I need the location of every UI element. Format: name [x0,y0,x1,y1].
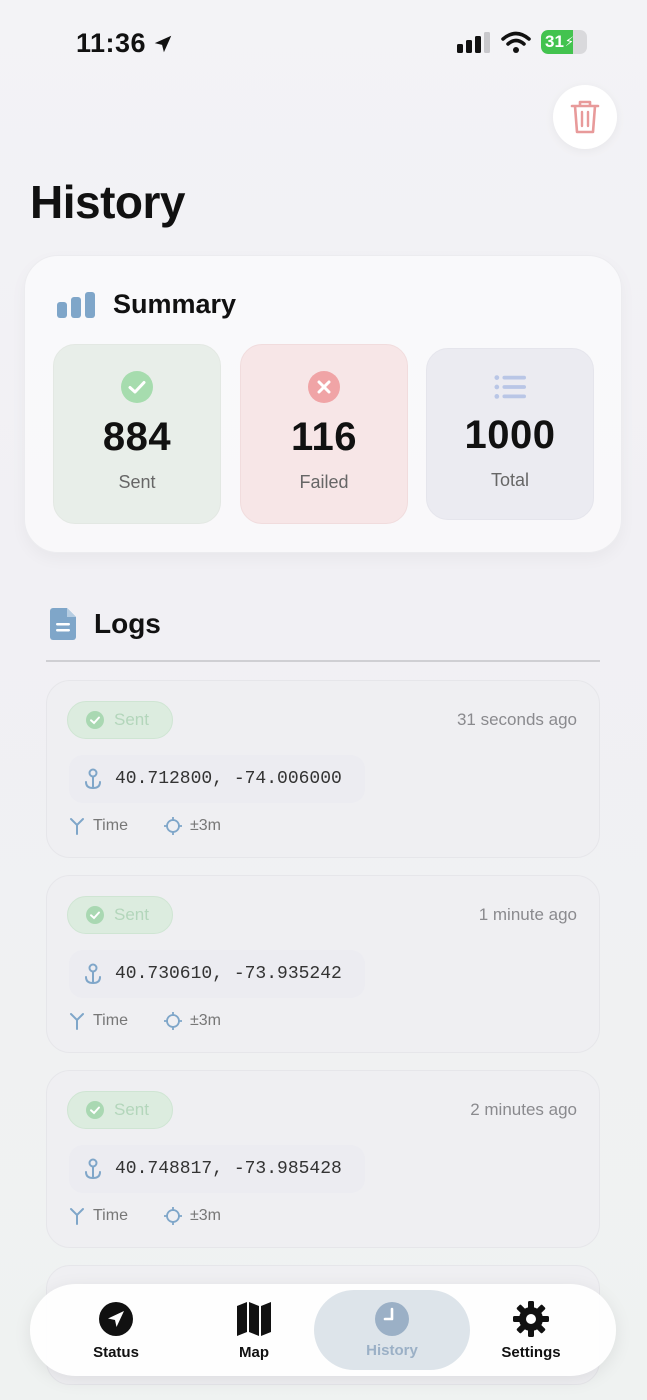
crosshair-icon [163,817,182,835]
crosshair-icon [163,1012,182,1030]
check-circle-icon [86,906,104,924]
log-source: Time [93,1207,128,1224]
summary-title: Summary [113,289,237,319]
battery-level: 31 [545,32,564,51]
log-timestamp: 1 minute ago [478,905,577,924]
log-source: Time [93,817,128,834]
log-accuracy: ±3m [189,1012,221,1029]
tab-status-label: Status [93,1344,139,1361]
status-badge-label: Sent [114,905,149,924]
status-badge: Sent [67,1091,173,1129]
summary-header: Summary [57,289,236,320]
list-icon [494,375,526,399]
x-circle-icon [308,371,340,403]
location-arrow-icon [154,35,172,52]
log-timestamp: 31 seconds ago [456,710,577,729]
antenna-icon [70,1208,84,1225]
logs-divider [46,660,600,662]
stat-failed-value: 116 [290,415,358,459]
location-pin-icon [85,1158,101,1180]
log-timestamp: 2 minutes ago [470,1100,577,1119]
page-title: History [30,176,185,228]
status-badge: Sent [67,701,173,739]
log-accuracy: ±3m [189,817,221,834]
logs-header: Logs [50,608,161,640]
gear-icon [513,1301,549,1337]
check-circle-icon [86,1101,104,1119]
status-bar: 11:36 31 ⚡ [0,0,647,88]
location-pin-icon [85,963,101,985]
trash-icon [570,100,600,134]
stat-sent-value: 884 [102,415,172,459]
log-meta: Time ±3m [69,1012,221,1030]
clear-history-button[interactable] [553,85,617,149]
tab-map-label: Map [239,1344,269,1361]
stat-total-label: Total [490,470,530,490]
wifi-icon [501,31,531,53]
status-badge: Sent [67,896,173,934]
crosshair-icon [163,1207,182,1225]
check-circle-icon [121,371,153,403]
coordinates-text: 40.748817, -73.985428 [115,1159,342,1179]
coordinates: 40.748817, -73.985428 [69,1145,365,1193]
tab-settings-label: Settings [501,1344,561,1361]
coordinates: 40.730610, -73.935242 [69,950,365,998]
log-source: Time [93,1012,128,1029]
coordinates: 40.712800, -74.006000 [69,755,365,803]
coordinates-text: 40.730610, -73.935242 [115,964,342,984]
map-icon [237,1302,271,1336]
location-pin-icon [85,768,101,790]
charging-icon: ⚡ [564,34,575,49]
bar-chart-icon [57,291,95,318]
status-badge-label: Sent [114,1100,149,1119]
tab-history[interactable]: History [314,1290,470,1370]
log-accuracy: ±3m [189,1207,221,1224]
log-item[interactable]: Sent 1 minute ago 40.730610, -73.935242 … [46,875,600,1053]
clock-time: 11:36 [76,28,147,58]
stat-sent-label: Sent [118,472,156,492]
clock-icon [375,1302,409,1336]
antenna-icon [70,1013,84,1030]
check-circle-icon [86,711,104,729]
log-meta: Time ±3m [69,1207,221,1225]
tab-bar: Status Map History Settings [30,1284,616,1376]
stat-failed: 116 Failed [240,344,408,524]
stat-failed-label: Failed [299,472,349,492]
coordinates-text: 40.712800, -74.006000 [115,769,342,789]
tab-map[interactable]: Map [184,1284,324,1376]
cellular-signal-icon [457,32,490,53]
log-item[interactable]: Sent 2 minutes ago 40.748817, -73.985428… [46,1070,600,1248]
location-arrow-icon [99,1302,133,1336]
battery-indicator: 31 ⚡ [541,30,587,54]
logs-title: Logs [94,608,161,639]
stat-total: 1000 Total [426,348,594,520]
clock: 11:36 [76,28,174,59]
log-meta: Time ±3m [69,817,221,835]
summary-card: Summary 884 Sent 116 Failed 1000 Total [24,255,622,553]
stat-total-value: 1000 [464,413,556,457]
tab-status[interactable]: Status [46,1284,186,1376]
status-badge-label: Sent [114,710,149,729]
tab-history-label: History [366,1342,418,1359]
tab-settings[interactable]: Settings [461,1284,601,1376]
document-icon [50,608,76,640]
antenna-icon [70,818,84,835]
stat-sent: 884 Sent [53,344,221,524]
log-item[interactable]: Sent 31 seconds ago 40.712800, -74.00600… [46,680,600,858]
